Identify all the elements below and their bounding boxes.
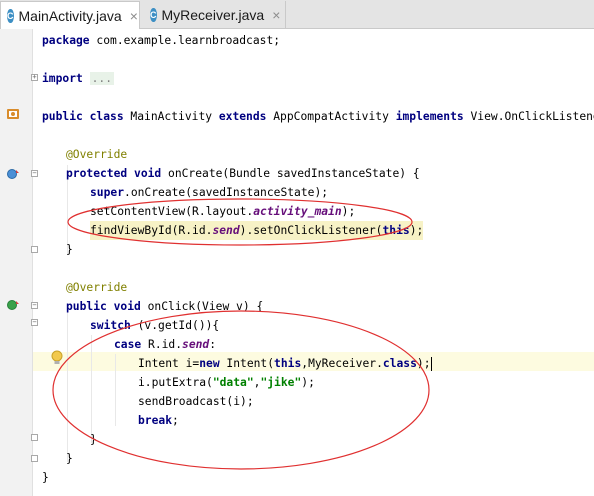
code-line[interactable]: case R.id.send:	[114, 335, 216, 354]
code-text: onCreate(Bundle savedInstanceState) {	[161, 167, 420, 180]
code-line[interactable]: }	[66, 449, 73, 468]
lightbulb-icon[interactable]	[50, 350, 64, 366]
code-line[interactable]: findViewById(R.id.send).setOnClickListen…	[90, 221, 424, 240]
code-text: ,MyReceiver.	[301, 357, 383, 370]
fold-end-icon[interactable]	[31, 434, 38, 441]
fold-collapse-icon[interactable]: −	[31, 170, 38, 177]
tab-label: MyReceiver.java	[161, 6, 265, 23]
keyword: break	[138, 414, 173, 427]
indent-guide	[67, 312, 68, 462]
field-reference: activity_main	[253, 205, 342, 218]
code-text: ;	[172, 414, 179, 427]
fold-end-icon[interactable]	[31, 246, 38, 253]
code-line[interactable]: sendBroadcast(i);	[138, 392, 254, 411]
indent-guide	[91, 335, 92, 443]
annotation: @Override	[66, 148, 128, 161]
code-line[interactable]: import ...	[42, 69, 115, 88]
code-text: :	[209, 338, 217, 351]
keyword: package	[42, 34, 90, 47]
code-line[interactable]: public class MainActivity extends AppCom…	[42, 107, 594, 126]
code-text: );	[416, 357, 431, 370]
code-line[interactable]: @Override	[66, 278, 127, 297]
keyword: this	[274, 357, 302, 370]
code-text: AppCompatActivity	[266, 110, 396, 123]
code-line[interactable]: }	[90, 430, 97, 449]
keyword: public void	[66, 300, 141, 313]
code-line[interactable]: super.onCreate(savedInstanceState);	[90, 183, 328, 202]
code-line[interactable]: break;	[138, 411, 179, 430]
code-line[interactable]: Intent i=new Intent(this,MyReceiver.clas…	[138, 354, 432, 373]
code-text: );	[341, 205, 356, 218]
class-hierarchy-icon[interactable]	[6, 107, 20, 121]
code-line[interactable]: switch (v.getId()){	[90, 316, 219, 335]
override-method-icon[interactable]	[6, 167, 20, 181]
code-text: findViewById(R.id.	[90, 224, 213, 237]
code-text: (v.getId()){	[130, 319, 220, 332]
code-text: );	[301, 376, 315, 389]
code-editor[interactable]	[33, 29, 594, 496]
code-text: }	[42, 471, 49, 484]
tab-label: MainActivity.java	[18, 7, 122, 24]
close-icon[interactable]: ×	[130, 8, 138, 24]
text-caret	[430, 357, 432, 371]
keyword: case	[114, 338, 142, 351]
code-line[interactable]: @Override	[66, 145, 127, 164]
code-line[interactable]: setContentView(R.layout.activity_main);	[90, 202, 355, 221]
code-line[interactable]: public void onClick(View v) {	[66, 297, 263, 316]
code-line[interactable]: }	[66, 240, 73, 259]
code-line[interactable]: protected void onCreate(Bundle savedInst…	[66, 164, 420, 183]
keyword: extends	[218, 110, 267, 123]
code-text: }	[66, 243, 73, 256]
implement-method-icon[interactable]	[6, 298, 20, 312]
code-text: MainActivity	[123, 110, 219, 123]
code-line[interactable]: package com.example.learnbroadcast;	[42, 31, 280, 50]
class-icon: C	[150, 7, 157, 22]
code-line[interactable]: }	[42, 468, 49, 487]
code-text: }	[90, 433, 97, 446]
code-text: sendBroadcast(i);	[138, 395, 254, 408]
annotation: @Override	[66, 281, 128, 294]
keyword: import	[42, 72, 83, 85]
class-icon: C	[7, 8, 14, 23]
code-text: .onCreate(savedInstanceState);	[124, 186, 329, 199]
keyword: this	[382, 224, 410, 237]
code-text: }	[66, 452, 73, 465]
code-text: R.id.	[141, 338, 183, 351]
keyword: super	[90, 186, 125, 199]
keyword: switch	[90, 319, 131, 332]
code-line[interactable]: i.putExtra("data","jike");	[138, 373, 315, 392]
keyword: implements	[395, 110, 464, 123]
folded-imports[interactable]: ...	[89, 72, 115, 85]
string-literal: "jike"	[260, 376, 302, 389]
keyword: public class	[42, 110, 124, 123]
tab-my-receiver[interactable]: C MyReceiver.java ×	[144, 1, 286, 28]
code-text: Intent i=	[138, 357, 200, 370]
editor-tab-bar: C MainActivity.java × C MyReceiver.java …	[0, 0, 594, 29]
code-text: View.OnClickListener {	[470, 110, 594, 123]
field-reference: send	[212, 224, 240, 237]
keyword: class	[382, 357, 417, 370]
keyword: new	[199, 357, 220, 370]
code-text: );	[409, 224, 424, 237]
indent-guide	[115, 354, 116, 426]
keyword: protected void	[66, 167, 162, 180]
editor-gutter	[0, 29, 32, 496]
code-text: ).setOnClickListener(	[239, 224, 383, 237]
code-text: setContentView(R.layout.	[90, 205, 254, 218]
code-text: i.putExtra(	[138, 376, 213, 389]
field-reference: send	[182, 338, 210, 351]
fold-collapse-icon[interactable]: −	[31, 319, 38, 326]
code-text: onClick(View v) {	[140, 300, 264, 313]
code-text: Intent(	[219, 357, 275, 370]
fold-collapse-icon[interactable]: −	[31, 302, 38, 309]
code-text: com.example.learnbroadcast;	[89, 34, 281, 47]
tab-main-activity[interactable]: C MainActivity.java ×	[0, 1, 140, 29]
close-icon[interactable]: ×	[272, 7, 280, 23]
fold-end-icon[interactable]	[31, 455, 38, 462]
string-literal: "data"	[212, 376, 254, 389]
fold-expand-icon[interactable]: +	[31, 74, 38, 81]
